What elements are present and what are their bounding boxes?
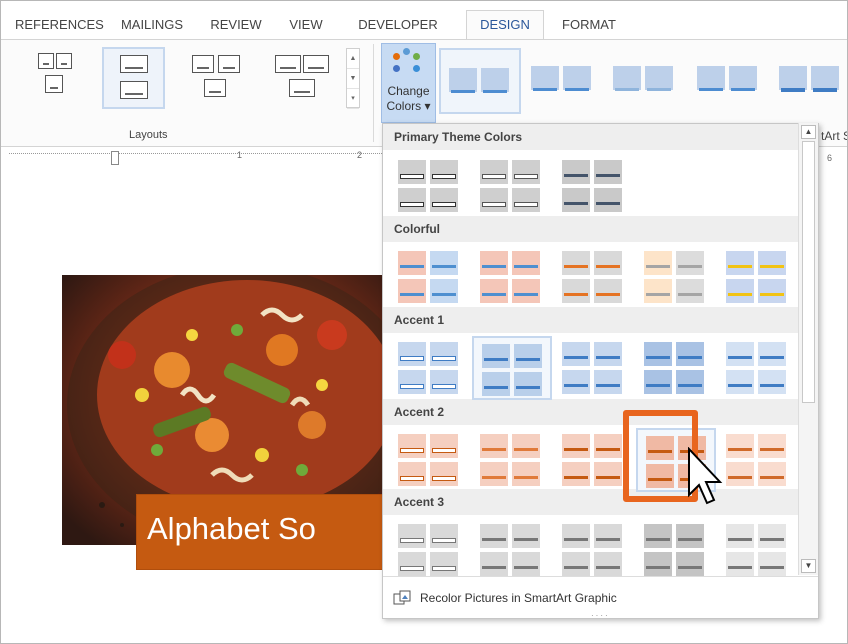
tab-mailings[interactable]: MAILINGS [113,11,191,39]
tab-design[interactable]: DESIGN [466,10,544,40]
layouts-group-label: Layouts [129,129,168,141]
section-colorful: Colorful [383,216,798,242]
color-option-colorful-1[interactable] [390,245,470,309]
color-option-accent1-1[interactable] [390,336,470,400]
ruler-mark-1: 1 [237,150,243,160]
smartart-style-3[interactable] [605,48,687,114]
layout-option-3[interactable] [186,47,249,109]
resize-grip[interactable]: ···· [591,611,610,618]
tab-developer[interactable]: DEVELOPER [343,11,453,39]
ribbon-tab-bar: REFERENCES MAILINGS REVIEW VIEW DEVELOPE… [1,1,847,40]
color-option-primary-1[interactable] [390,154,470,218]
color-option-accent1-5[interactable] [718,336,798,400]
color-option-accent3-3[interactable] [554,518,634,582]
scroll-thumb[interactable] [802,141,815,403]
smartart-style-5[interactable] [771,48,847,114]
gallery-scrollbar[interactable]: ▲ ▼ [798,123,818,575]
section-primary-theme-colors: Primary Theme Colors [383,124,798,150]
chevron-up-icon[interactable]: ▲ [347,49,359,69]
tab-review[interactable]: REVIEW [205,11,267,39]
tab-view[interactable]: VIEW [280,11,332,39]
color-option-colorful-3[interactable] [554,245,634,309]
recolor-pictures-menu-item[interactable]: Recolor Pictures in SmartArt Graphic ···… [383,576,818,618]
color-option-accent1-2[interactable] [472,336,552,400]
smartart-style-1[interactable] [439,48,521,114]
palette-dots-icon [382,44,435,84]
layout-option-1[interactable] [26,47,89,109]
color-option-colorful-5[interactable] [718,245,798,309]
title-text[interactable]: Alphabet So [147,511,316,547]
title-shape[interactable]: Alphabet So [136,494,384,570]
color-option-accent1-4[interactable] [636,336,716,400]
recolor-pictures-icon [393,590,411,605]
ruler-mark-6: 6 [827,153,833,163]
smartart-style-4[interactable] [689,48,771,114]
section-accent-2: Accent 2 [383,399,798,425]
smartart-styles-group-label-partial: tArt S [821,129,847,143]
scroll-up-icon[interactable]: ▲ [801,125,816,139]
color-option-accent3-5[interactable] [718,518,798,582]
color-option-accent2-1[interactable] [390,428,470,492]
recolor-pictures-label: Recolor Pictures in SmartArt Graphic [420,591,617,605]
layout-option-4[interactable] [269,47,332,109]
tab-references[interactable]: REFERENCES [15,11,104,39]
section-accent-3: Accent 3 [383,489,798,515]
color-option-accent2-3[interactable] [554,428,634,492]
expand-gallery-icon[interactable]: ▾ [347,89,359,109]
color-option-primary-3[interactable] [554,154,634,218]
scroll-down-icon[interactable]: ▼ [801,559,816,573]
layouts-gallery-scroller[interactable]: ▲ ▼ ▾ [346,48,360,109]
color-option-accent3-2[interactable] [472,518,552,582]
color-option-accent2-5[interactable] [718,428,798,492]
change-colors-button[interactable]: Change Colors ▾ [381,43,436,123]
change-colors-label-1: Change [387,84,430,98]
color-option-accent3-1[interactable] [390,518,470,582]
change-colors-label-2: Colors ▾ [386,99,431,113]
section-accent-1: Accent 1 [383,307,798,333]
layout-option-2[interactable] [102,47,165,109]
color-option-colorful-4[interactable] [636,245,716,309]
group-separator [373,44,374,142]
word-window: REFERENCES MAILINGS REVIEW VIEW DEVELOPE… [0,0,848,644]
change-colors-gallery: Primary Theme Colors Colorful Accent 1 A… [382,123,819,619]
color-option-accent2-2[interactable] [472,428,552,492]
color-option-accent3-4[interactable] [636,518,716,582]
mouse-pointer-icon [688,447,723,505]
color-option-primary-2[interactable] [472,154,552,218]
chevron-down-icon[interactable]: ▼ [347,69,359,89]
color-option-colorful-2[interactable] [472,245,552,309]
color-option-accent1-3[interactable] [554,336,634,400]
smartart-style-2[interactable] [523,48,605,114]
indent-marker[interactable] [111,151,119,165]
tab-format[interactable]: FORMAT [554,11,624,39]
ruler-mark-2: 2 [357,150,363,160]
